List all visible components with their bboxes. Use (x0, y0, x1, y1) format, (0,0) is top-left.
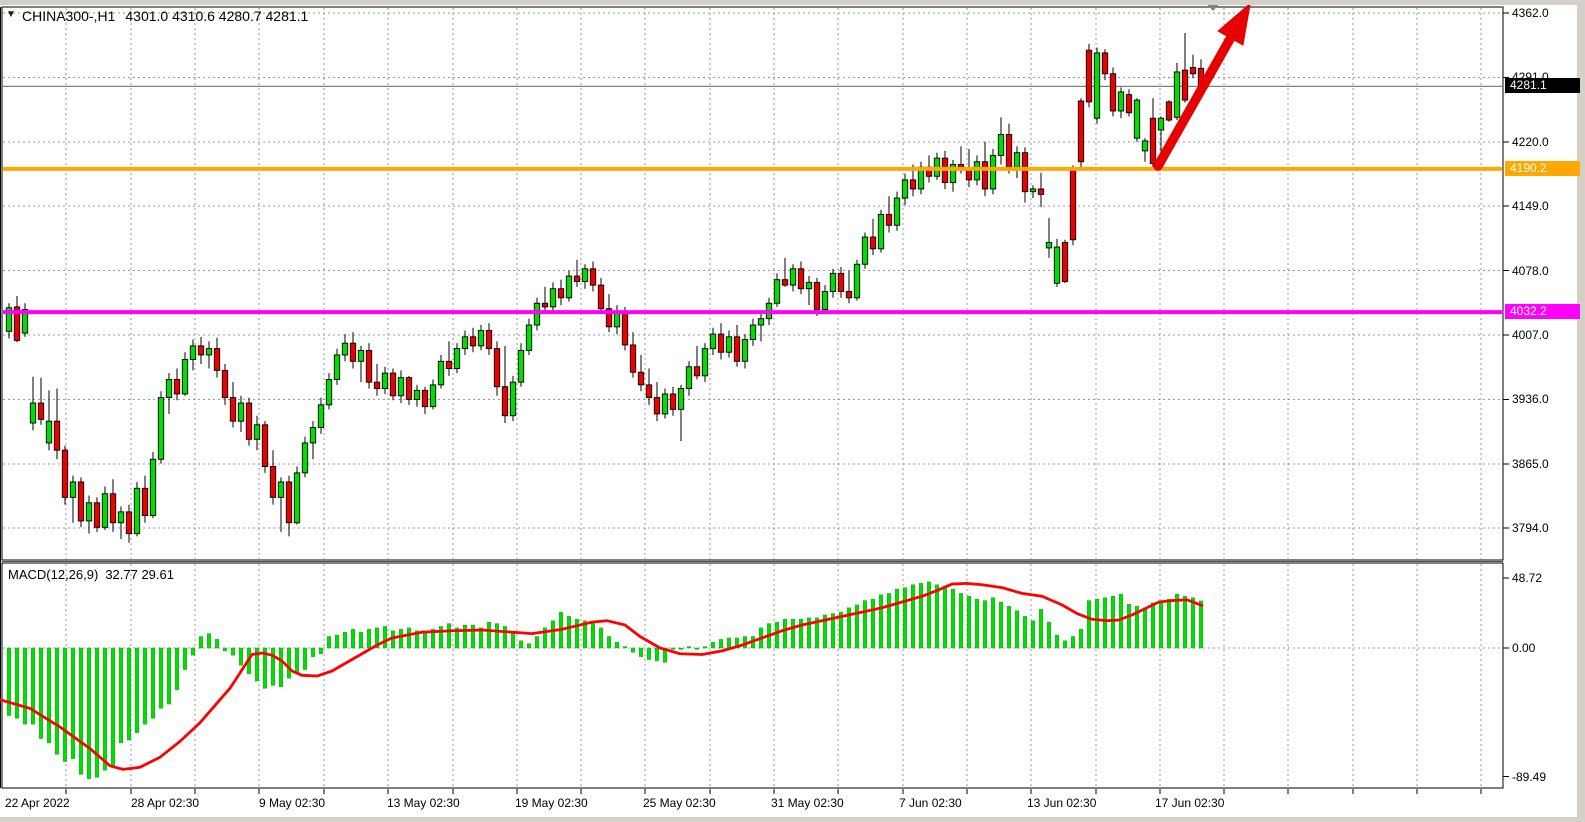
time-axis-label: 25 May 02:30 (643, 796, 716, 810)
time-axis-label: 9 May 02:30 (259, 796, 325, 810)
symbol-dropdown-icon[interactable]: ▼ (6, 9, 16, 20)
window-bottom-edge (0, 817, 1585, 822)
time-axis-label: 7 Jun 02:30 (899, 796, 962, 810)
last-price-badge: 4281.1 (1505, 78, 1580, 93)
time-axis-label: 17 Jun 02:30 (1155, 796, 1224, 810)
support-price-badge: 4032.2 (1505, 304, 1580, 319)
symbol-period-label: CHINA300-,H1 (22, 8, 115, 24)
macd-axis-label: 0.00 (1512, 641, 1535, 655)
price-axis-label: 4078.0 (1512, 264, 1549, 278)
price-axis-label: 4220.0 (1512, 135, 1549, 149)
time-axis-label: 13 May 02:30 (387, 796, 460, 810)
price-axis-label: 3865.0 (1512, 457, 1549, 471)
price-axis-label: 4362.0 (1512, 6, 1549, 20)
macd-axis-label: -89.49 (1512, 770, 1546, 784)
macd-name: MACD(12,26,9) (8, 567, 98, 582)
price-axis-label: 4149.0 (1512, 199, 1549, 213)
price-axis-label: 4007.0 (1512, 328, 1549, 342)
window-top-edge (0, 0, 1585, 5)
price-axis-label: 3794.0 (1512, 521, 1549, 535)
ohlc-readout: 4301.0 4310.6 4280.7 4281.1 (125, 8, 308, 24)
chart-title: CHINA300-,H1 4301.0 4310.6 4280.7 4281.1 (22, 8, 308, 24)
macd-axis-label: 48.72 (1512, 571, 1542, 585)
macd-pane-frame (2, 563, 1503, 788)
macd-values-readout: 32.77 29.61 (105, 567, 174, 582)
macd-indicator-label: MACD(12,26,9) 32.77 29.61 (8, 567, 174, 582)
time-axis-label: 31 May 02:30 (771, 796, 844, 810)
time-axis-label: 22 Apr 2022 (5, 796, 70, 810)
resistance-price-badge: 4190.2 (1505, 161, 1580, 176)
chart-window: ▼ CHINA300-,H1 4301.0 4310.6 4280.7 4281.… (0, 0, 1585, 822)
time-axis-label: 28 Apr 02:30 (131, 796, 199, 810)
time-axis-label: 19 May 02:30 (515, 796, 588, 810)
time-axis-label: 13 Jun 02:30 (1027, 796, 1096, 810)
main-pane-frame (2, 7, 1503, 560)
price-axis-label: 3936.0 (1512, 392, 1549, 406)
chart-canvas[interactable] (0, 0, 1585, 822)
window-right-edge (1577, 5, 1585, 817)
